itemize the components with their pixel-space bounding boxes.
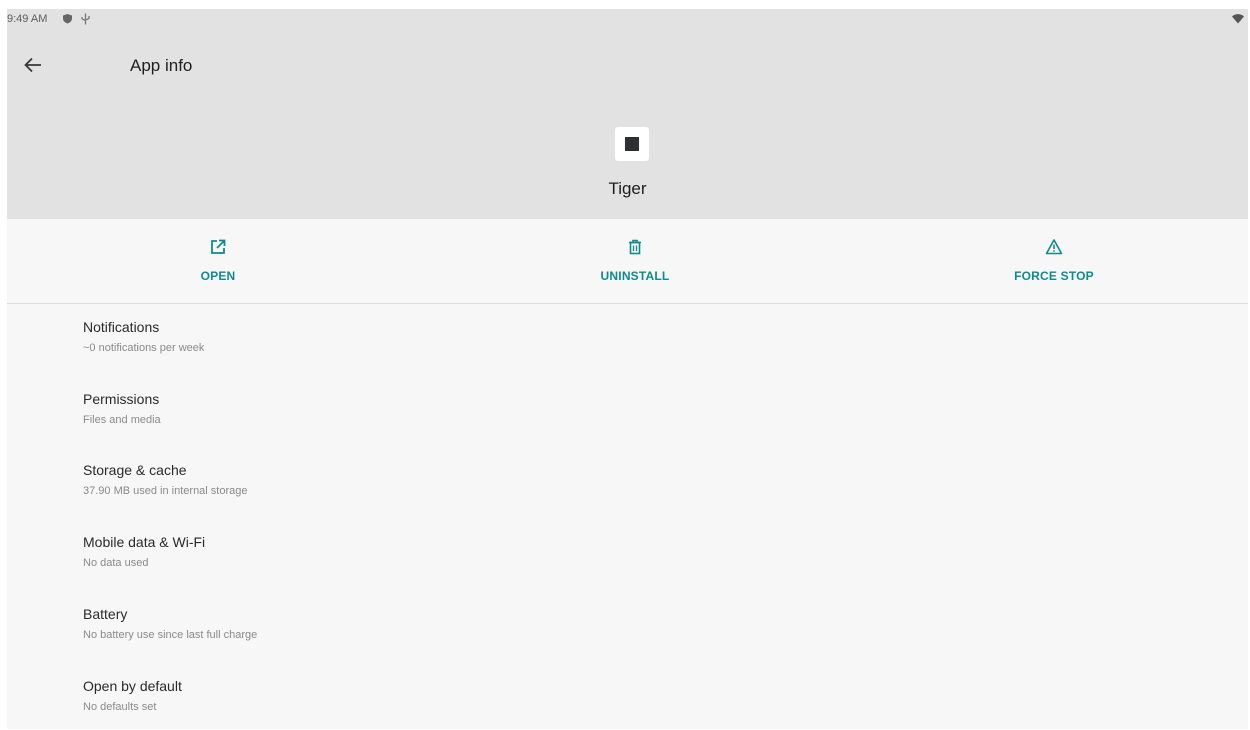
back-arrow-icon[interactable]	[21, 53, 45, 77]
app-name: Tiger	[608, 179, 647, 198]
app-info-screen: 9:49 AM App info Tiger OPEN UNINSTALL FO…	[7, 9, 1248, 729]
item-subtitle: No defaults set	[83, 701, 157, 713]
storage-cache-item[interactable]: Storage & cache 37.90 MB used in interna…	[7, 448, 1248, 512]
item-subtitle: No battery use since last full charge	[83, 629, 258, 641]
item-title: Battery	[83, 606, 128, 622]
permissions-item[interactable]: Permissions Files and media	[7, 377, 1248, 441]
action-bar: OPEN UNINSTALL FORCE STOP	[7, 219, 1248, 304]
status-time: 9:49 AM	[7, 13, 48, 25]
item-title: Open by default	[83, 678, 182, 694]
open-label: OPEN	[200, 269, 236, 283]
item-title: Permissions	[83, 391, 160, 407]
uninstall-label: UNINSTALL	[600, 269, 670, 283]
open-button[interactable]: OPEN	[143, 219, 293, 303]
uninstall-button[interactable]: UNINSTALL	[560, 219, 710, 303]
battery-item[interactable]: Battery No battery use since last full c…	[7, 592, 1248, 656]
item-title: Notifications	[83, 319, 160, 335]
trash-icon	[629, 239, 641, 255]
shield-status-icon	[63, 14, 72, 24]
item-subtitle: No data used	[83, 557, 149, 569]
status-bar: 9:49 AM	[7, 9, 1248, 31]
open-by-default-item[interactable]: Open by default No defaults set	[7, 664, 1248, 728]
force-stop-button[interactable]: FORCE STOP	[979, 219, 1129, 303]
item-title: Mobile data & Wi-Fi	[83, 534, 206, 550]
open-external-icon	[211, 239, 226, 254]
usb-status-icon	[81, 13, 90, 25]
item-subtitle: Files and media	[83, 414, 161, 426]
item-subtitle: ~0 notifications per week	[83, 342, 205, 354]
warning-icon	[1045, 239, 1063, 255]
page-title: App info	[130, 56, 193, 75]
notifications-item[interactable]: Notifications ~0 notifications per week	[7, 305, 1248, 369]
item-title: Storage & cache	[83, 462, 187, 478]
header: 9:49 AM App info Tiger	[7, 9, 1248, 219]
force-stop-label: FORCE STOP	[1014, 269, 1094, 283]
mobile-data-wifi-item[interactable]: Mobile data & Wi-Fi No data used	[7, 520, 1248, 584]
app-icon	[615, 127, 649, 161]
wifi-icon	[1232, 14, 1244, 24]
item-subtitle: 37.90 MB used in internal storage	[83, 485, 248, 497]
